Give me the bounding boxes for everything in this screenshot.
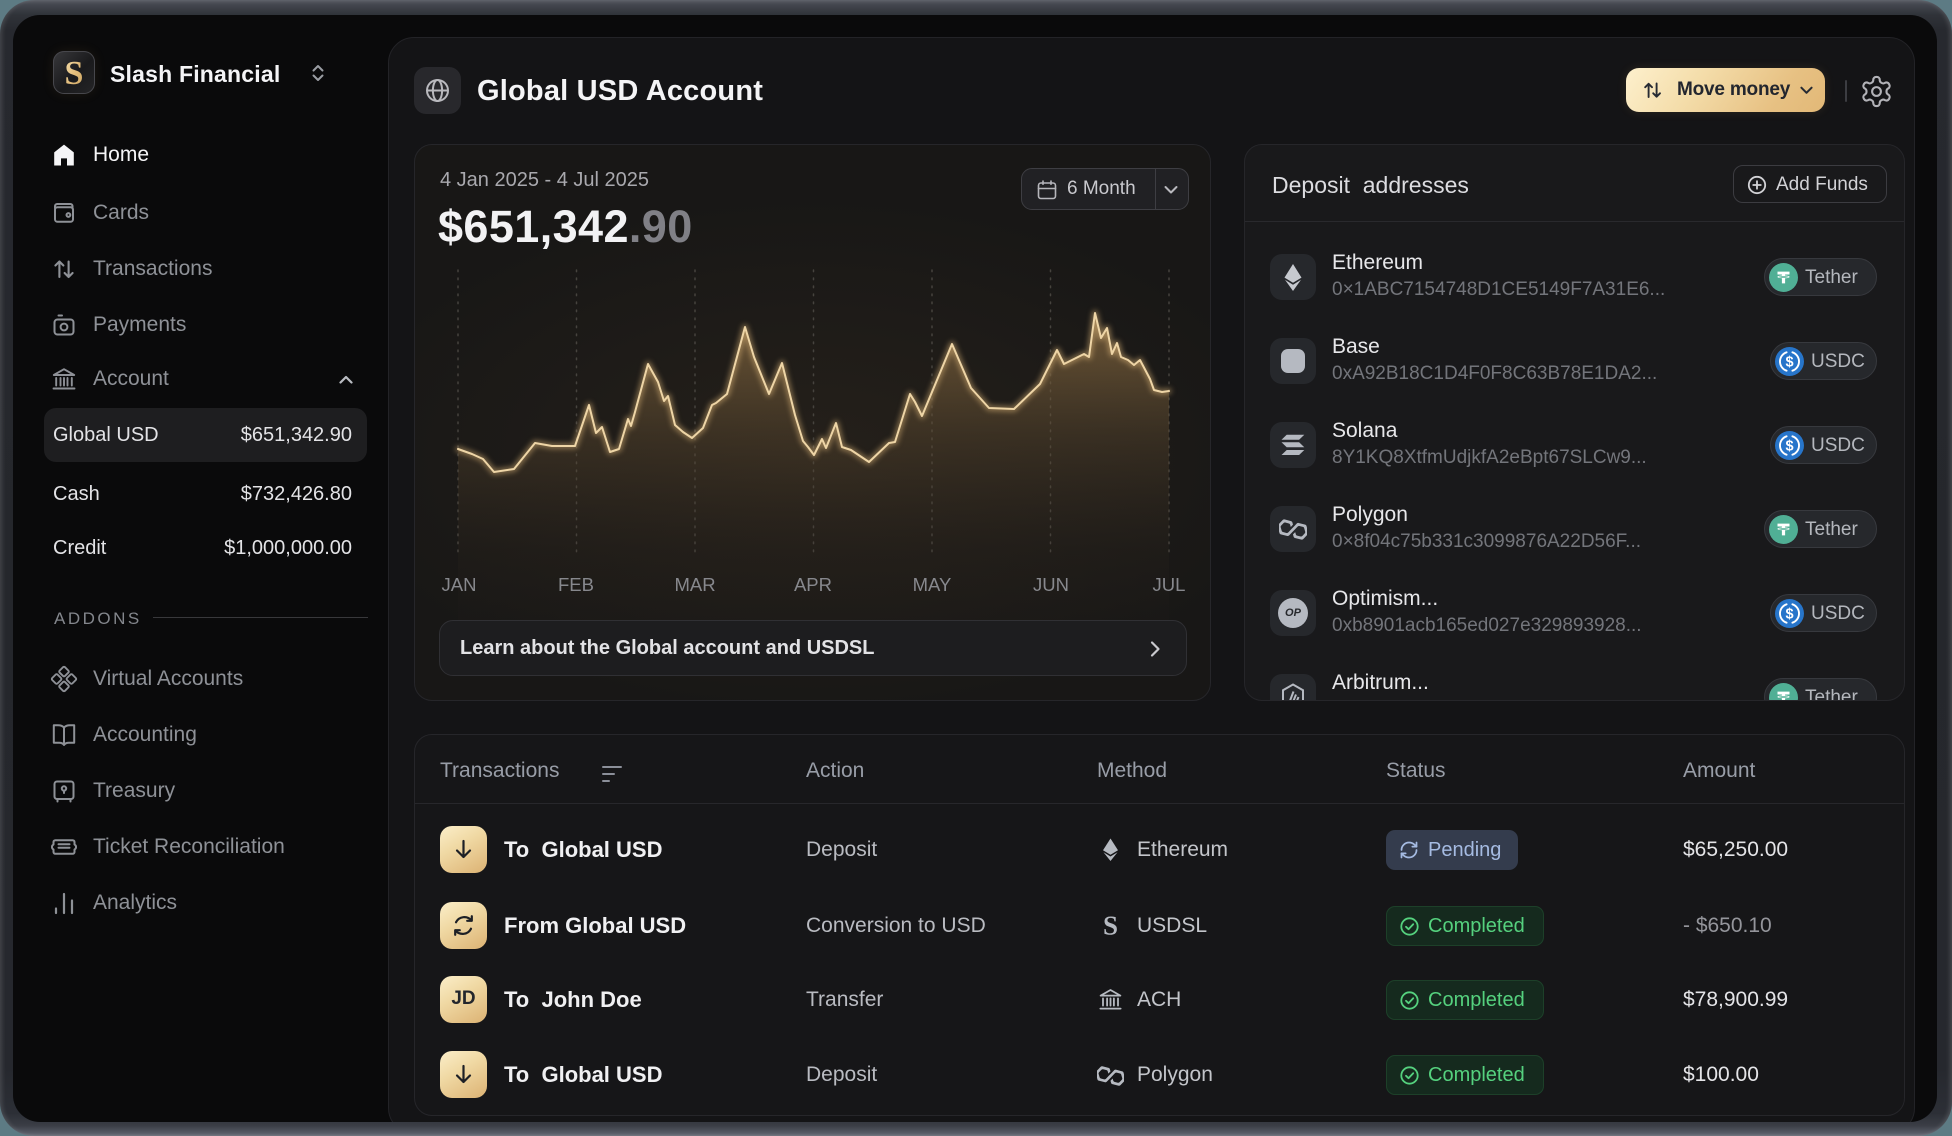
svg-text:FEB: FEB xyxy=(558,574,594,595)
svg-text:$: $ xyxy=(1785,355,1793,371)
svg-text:MAY: MAY xyxy=(913,574,952,595)
svg-text:S: S xyxy=(65,55,84,92)
svg-text:S: S xyxy=(1103,912,1118,939)
svg-text:$: $ xyxy=(1785,607,1793,623)
svg-text:JAN: JAN xyxy=(442,574,477,595)
svg-text:APR: APR xyxy=(794,574,832,595)
svg-text:JUN: JUN xyxy=(1033,574,1069,595)
svg-text:JUL: JUL xyxy=(1153,574,1186,595)
svg-text:MAR: MAR xyxy=(674,574,715,595)
svg-text:$: $ xyxy=(1785,439,1793,455)
